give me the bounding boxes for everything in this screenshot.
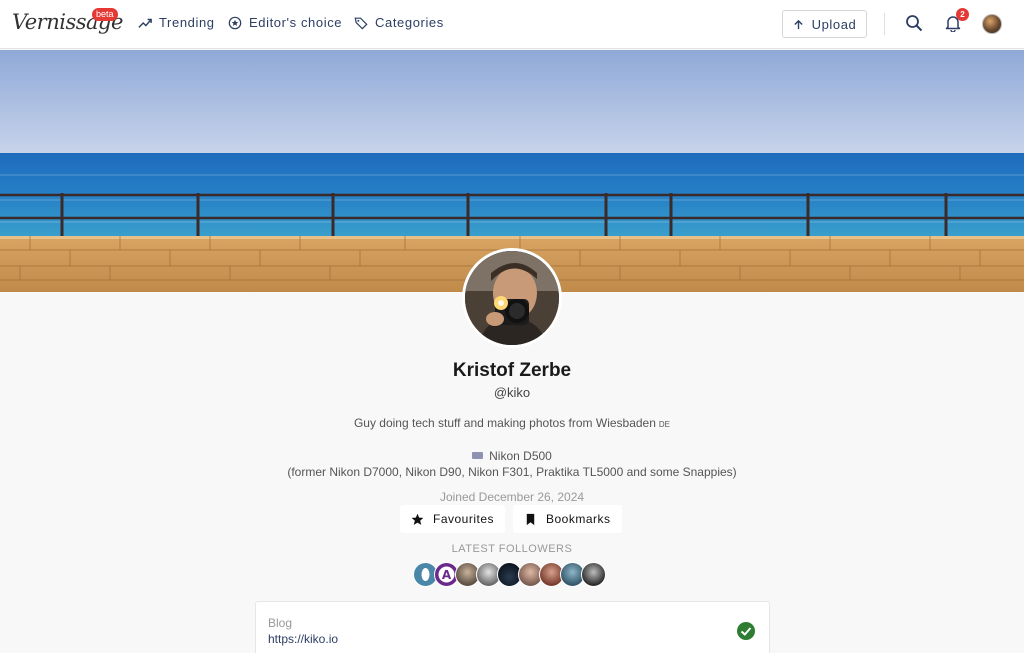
search-button[interactable]: [905, 14, 925, 34]
profile-name: Kristof Zerbe: [452, 360, 572, 381]
germany-flag-icon: DE: [658, 420, 671, 429]
profile-bio: Guy doing tech stuff and making photos f…: [0, 416, 1024, 430]
bio-text: Guy doing tech stuff and making photos f…: [353, 416, 656, 430]
field-label: Blog: [268, 616, 293, 630]
profile-camera: Nikon D500: [0, 449, 1024, 463]
field-link[interactable]: https://kiko.io: [268, 632, 338, 646]
nav-divider: [884, 13, 885, 35]
follower-avatar[interactable]: [581, 562, 606, 587]
tag-icon: [354, 17, 368, 30]
top-navbar: Vernissage beta Trending Editor's choice…: [0, 0, 1024, 49]
upload-button[interactable]: Upload: [782, 10, 867, 38]
arrow-up-icon: [793, 19, 803, 29]
profile-joined-date: Joined December 26, 2024: [439, 490, 585, 504]
profile-former-cameras: (former Nikon D7000, Nikon D90, Nikon F3…: [287, 465, 737, 479]
favourites-label: Favourites: [433, 512, 495, 526]
profile-field-blog: Blog https://kiko.io: [255, 601, 770, 653]
bookmark-icon: [526, 513, 535, 525]
profile-handle: @kiko: [493, 385, 531, 400]
favourites-button[interactable]: Favourites: [400, 505, 506, 533]
camera-emoji-icon: [472, 452, 484, 460]
star-circle-icon: [228, 16, 242, 29]
vernissage-logo[interactable]: Vernissage beta: [12, 7, 123, 43]
beta-badge: beta: [92, 8, 118, 21]
nav-trending[interactable]: Trending: [138, 15, 215, 30]
bookmarks-button[interactable]: Bookmarks: [513, 505, 622, 533]
bookmarks-label: Bookmarks: [546, 512, 611, 526]
latest-followers-heading: LATEST FOLLOWERS: [451, 543, 573, 555]
profile-avatar[interactable]: [462, 248, 562, 348]
notification-count-badge: 2: [956, 8, 969, 21]
user-menu-avatar[interactable]: [982, 14, 1002, 34]
nav-editors-choice-label: Editor's choice: [249, 15, 343, 30]
nav-trending-label: Trending: [159, 15, 215, 30]
search-icon: [906, 15, 923, 32]
nav-categories[interactable]: Categories: [354, 15, 444, 30]
star-icon: [411, 513, 424, 525]
trending-icon: [138, 18, 152, 28]
camera-text: Nikon D500: [489, 449, 552, 463]
upload-label: Upload: [811, 16, 857, 32]
verified-check-icon: [737, 622, 755, 640]
nav-editors-choice[interactable]: Editor's choice: [228, 15, 342, 30]
svg-text:A: A: [442, 568, 452, 582]
nav-categories-label: Categories: [375, 15, 444, 30]
